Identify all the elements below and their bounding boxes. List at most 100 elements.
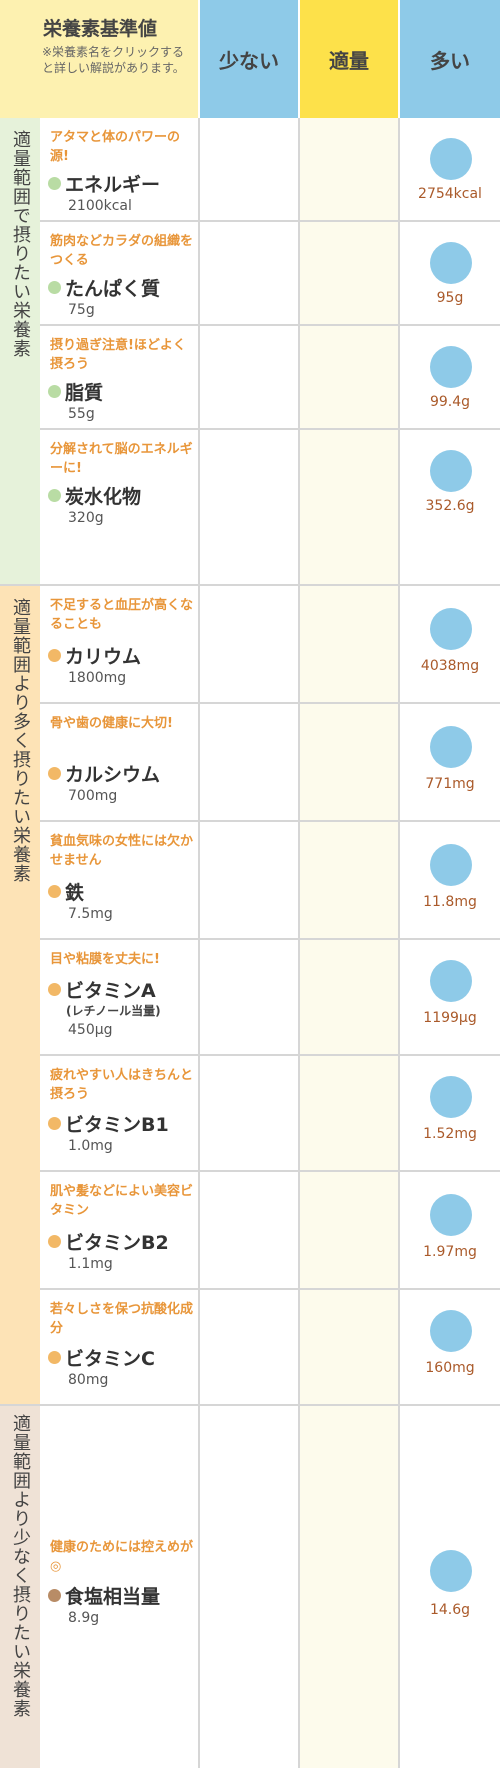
nutrient-name[interactable]: 鉄 [65,878,84,905]
nutrient-name[interactable]: 食塩相当量 [65,1582,160,1609]
cell-many: 14.6g [400,1406,500,1768]
category-dot-icon [48,1117,61,1130]
nutrient-standard: 2100kcal [68,198,132,214]
nutrient-name[interactable]: 脂質 [65,378,103,405]
cell-few [200,430,300,584]
nutrient-amount: 95g [436,290,464,306]
nutrient-name-link[interactable]: ビタミンB1 [48,1110,169,1137]
table-row: アタマと体のパワーの源! エネルギー 2100kcal 2754kcal [40,118,500,222]
nutrient-name-link[interactable]: たんぱく質 [48,274,160,301]
table-row: 不足すると血圧が高くなることも カリウム 1800mg 4038mg [40,586,500,704]
nutrient-name-link[interactable]: カルシウム [48,760,160,787]
nutrient-name[interactable]: ビタミンB1 [65,1110,169,1137]
nutrient-tagline: 目や粘膜を丈夫に! [50,952,160,967]
cell-many: 2754kcal [400,118,500,220]
cell-appropriate [300,940,400,1054]
nutrient-tagline: 若々しさを保つ抗酸化成分 [50,1302,194,1336]
nutrient-name[interactable]: ビタミンB2 [65,1228,169,1255]
cell-many: 771mg [400,704,500,820]
nutrient-name-link[interactable]: 鉄 [48,878,84,905]
cell-many: 1199μg [400,940,500,1054]
nutrient-name-link[interactable]: カリウム [48,642,141,669]
nutrient-standard: 700mg [68,788,118,804]
cell-appropriate [300,1056,400,1170]
cell-few [200,1290,300,1404]
category-band-more: 適量範囲より多く摂りたい栄養素 [0,586,40,1406]
category-band-appropriate: 適量範囲で摂りたい栄養素 [0,118,40,586]
nutrient-info: 健康のためには控えめが◎ 食塩相当量 8.9g [40,1406,200,1768]
category-dot-icon [48,767,61,780]
level-indicator-circle [430,1194,472,1236]
nutrient-tagline: 疲れやすい人はきちんと摂ろう [50,1068,194,1102]
nutrient-info: 肌や髪などによい美容ビタミン ビタミンB2 1.1mg [40,1172,200,1288]
nutrient-name-link[interactable]: 炭水化物 [48,482,141,509]
level-indicator-circle [430,450,472,492]
cell-appropriate [300,704,400,820]
table-row: 若々しさを保つ抗酸化成分 ビタミンC 80mg 160mg [40,1290,500,1406]
level-indicator-circle [430,844,472,886]
nutrient-name[interactable]: たんぱく質 [65,274,160,301]
nutrient-standard: 55g [68,406,95,422]
nutrient-name-link[interactable]: ビタミンB2 [48,1228,169,1255]
nutrient-subnote: (レチノール当量) [66,1004,161,1018]
nutrient-name-link[interactable]: 食塩相当量 [48,1582,160,1609]
nutrient-info: 若々しさを保つ抗酸化成分 ビタミンC 80mg [40,1290,200,1404]
cell-appropriate [300,430,400,584]
nutrient-standard: 450μg [68,1022,113,1038]
nutrient-tagline: 筋肉などカラダの組織をつくる [50,234,194,268]
category-dot-icon [48,983,61,996]
table-row: 肌や髪などによい美容ビタミン ビタミンB2 1.1mg 1.97mg [40,1172,500,1290]
table-row: 目や粘膜を丈夫に! ビタミンA (レチノール当量) 450μg 1199μg [40,940,500,1056]
table-row: 疲れやすい人はきちんと摂ろう ビタミンB1 1.0mg 1.52mg [40,1056,500,1172]
category-dot-icon [48,1235,61,1248]
table-row: 分解されて脳のエネルギーに! 炭水化物 320g 352.6g [40,430,500,586]
level-indicator-circle [430,726,472,768]
nutrient-info: 骨や歯の健康に大切! カルシウム 700mg [40,704,200,820]
nutrient-name[interactable]: エネルギー [65,170,160,197]
cell-few [200,1056,300,1170]
nutrient-standard: 320g [68,510,104,526]
header-standard-note: ※栄養素名をクリックすると詳しい解説があります。 [42,45,185,75]
level-indicator-circle [430,138,472,180]
nutrient-table: 栄養素基準値 ※栄養素名をクリックすると詳しい解説があります。 少ない 適量 多… [0,0,500,1768]
nutrient-name[interactable]: ビタミンC [65,1344,155,1371]
nutrient-tagline: 肌や髪などによい美容ビタミン [50,1184,194,1218]
cell-many: 352.6g [400,430,500,584]
header-col-few: 少ない [200,0,300,118]
level-indicator-circle [430,1310,472,1352]
cell-appropriate [300,1406,400,1768]
cell-few [200,940,300,1054]
category-dot-icon [48,1351,61,1364]
nutrient-amount: 352.6g [425,498,475,514]
table-row: 骨や歯の健康に大切! カルシウム 700mg 771mg [40,704,500,822]
cell-many: 95g [400,222,500,324]
nutrient-name-link[interactable]: ビタミンA [48,976,156,1003]
cell-many: 99.4g [400,326,500,428]
cell-few [200,222,300,324]
cell-few [200,1406,300,1768]
category-label: 適量範囲より少なく摂りたい栄養素 [10,1414,31,1718]
category-label: 適量範囲より多く摂りたい栄養素 [10,598,31,883]
nutrient-tagline: 健康のためには控えめが◎ [50,1540,194,1574]
nutrient-name-link[interactable]: ビタミンC [48,1344,155,1371]
table-row: 筋肉などカラダの組織をつくる たんぱく質 75g 95g [40,222,500,326]
nutrient-name[interactable]: 炭水化物 [65,482,141,509]
header-standard-value: 栄養素基準値 ※栄養素名をクリックすると詳しい解説があります。 [0,0,200,118]
nutrient-name[interactable]: ビタミンA [65,976,156,1003]
nutrient-info: 不足すると血圧が高くなることも カリウム 1800mg [40,586,200,702]
nutrient-amount: 11.8mg [423,894,477,910]
category-dot-icon [48,281,61,294]
nutrient-amount: 14.6g [429,1602,471,1618]
cell-few [200,586,300,702]
nutrient-name[interactable]: カルシウム [65,760,160,787]
nutrient-tagline: アタマと体のパワーの源! [50,130,181,164]
level-indicator-circle [430,1550,472,1592]
nutrient-standard: 1.0mg [68,1138,113,1154]
category-band-less: 適量範囲より少なく摂りたい栄養素 [0,1406,40,1768]
nutrient-name[interactable]: カリウム [65,642,141,669]
nutrient-name-link[interactable]: 脂質 [48,378,103,405]
nutrient-info: 分解されて脳のエネルギーに! 炭水化物 320g [40,430,200,584]
level-indicator-circle [430,346,472,388]
nutrient-name-link[interactable]: エネルギー [48,170,160,197]
nutrient-standard: 75g [68,302,95,318]
